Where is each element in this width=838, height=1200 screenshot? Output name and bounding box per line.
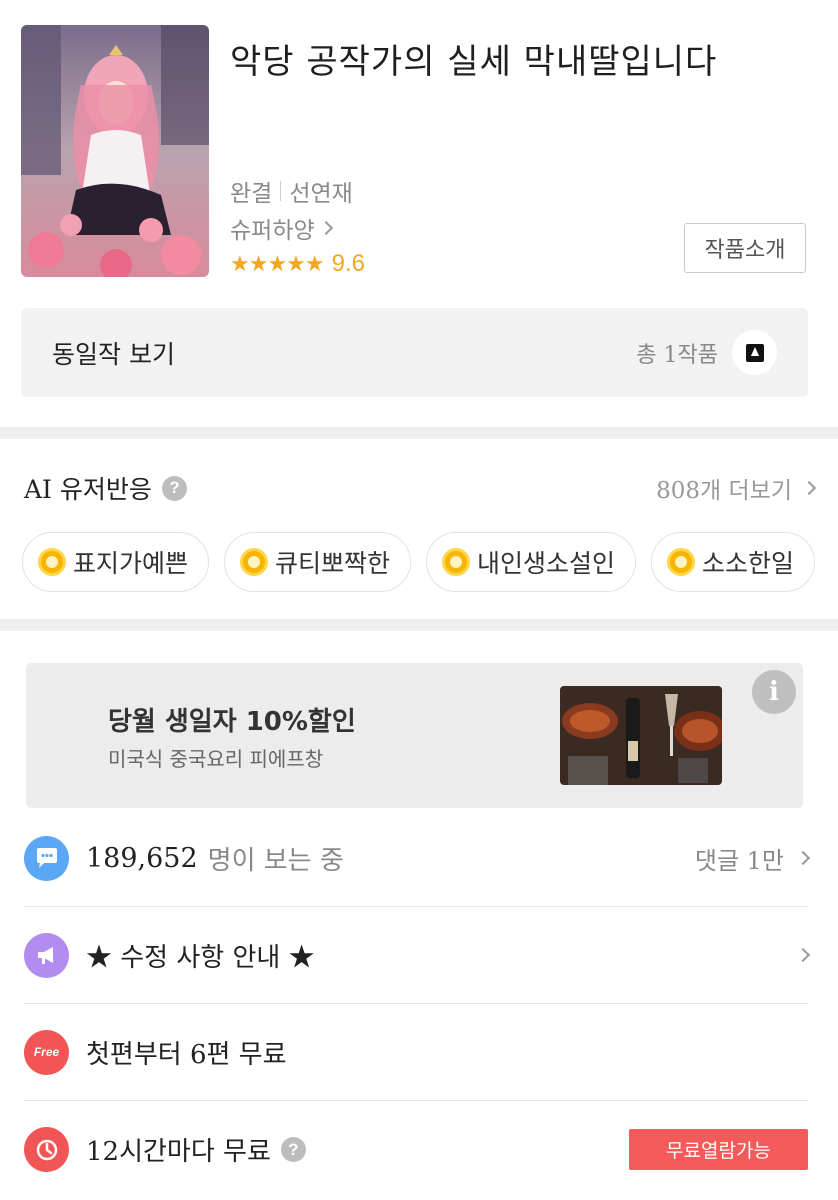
free-episodes-row: Free 첫편부터 6편 무료 xyxy=(24,1004,808,1101)
author-link[interactable]: 슈퍼하양 xyxy=(230,211,333,245)
same-works-bar[interactable]: 동일작 보기 총 1작품 xyxy=(21,308,808,397)
reaction-chip[interactable]: 큐티뽀짝한 xyxy=(224,532,412,592)
ad-banner[interactable]: 당월 생일자 10%할인 미국식 중국요리 피에프창 i xyxy=(26,663,803,808)
reaction-coin-icon xyxy=(442,548,471,576)
ad-title: 당월 생일자 10%할인 xyxy=(108,707,356,737)
chevron-right-icon xyxy=(795,947,811,963)
chevron-right-icon xyxy=(795,850,811,866)
viewers-text: 189,652 명이 보는 중 xyxy=(86,840,344,877)
megaphone-icon xyxy=(24,932,69,978)
chevron-right-icon xyxy=(318,220,333,236)
section-divider xyxy=(0,427,838,439)
reaction-chip-label: 내인생소설인 xyxy=(477,549,616,578)
work-title: 악당 공작가의 실세 막내딸입니다 xyxy=(230,42,718,82)
free-icon: Free xyxy=(24,1029,69,1075)
reaction-chip-label: 표지가예쁜 xyxy=(73,549,189,578)
help-icon[interactable]: ? xyxy=(161,475,187,501)
viewers-count: 189,652 xyxy=(86,842,198,874)
reaction-chips: 표지가예쁜 큐티뽀짝한 내인생소설인 소소한일 xyxy=(22,532,816,592)
rating-score: 9.6 xyxy=(331,250,365,277)
same-works-count: 총 1작품 xyxy=(636,342,718,368)
ai-reactions-more-label: 808개 더보기 xyxy=(656,478,792,504)
ai-reactions-title: AI 유저반응 xyxy=(24,475,152,504)
timer-free-row: 12시간마다 무료 ? 무료열람가능 xyxy=(24,1101,808,1198)
author-name: 슈퍼하양 xyxy=(230,218,315,244)
comments-link[interactable]: 댓글 1만 xyxy=(694,841,811,876)
help-icon[interactable]: ? xyxy=(280,1137,306,1162)
ad-subtitle: 미국식 중국요리 피에프창 xyxy=(108,747,324,771)
reaction-chip[interactable]: 소소한일 xyxy=(651,532,816,592)
notice-arrow[interactable] xyxy=(795,947,811,963)
cover-illustration xyxy=(21,25,209,277)
free-episodes-text: 첫편부터 6편 무료 xyxy=(86,1039,287,1070)
chevron-right-icon xyxy=(801,480,817,496)
ai-reactions-header: AI 유저반응 ? 808개 더보기 xyxy=(24,470,817,506)
reaction-chip-label: 큐티뽀짝한 xyxy=(275,549,391,578)
section-divider xyxy=(0,619,838,631)
rating: ★★★★★ 9.6 xyxy=(230,250,365,278)
viewers-suffix: 명이 보는 중 xyxy=(207,845,344,876)
free-open-button[interactable]: 무료열람가능 xyxy=(629,1129,808,1170)
cover-image[interactable] xyxy=(21,25,209,277)
open-button-wrap: 무료열람가능 xyxy=(629,1129,808,1170)
same-works-label: 동일작 보기 xyxy=(52,339,175,369)
timer-free-label: 12시간마다 무료 xyxy=(86,1137,271,1167)
food-photo xyxy=(560,686,722,785)
reaction-coin-icon xyxy=(667,548,696,576)
reaction-chip[interactable]: 내인생소설인 xyxy=(426,532,637,592)
viewers-row[interactable]: 189,652 명이 보는 중 댓글 1만 xyxy=(24,810,811,907)
status-divider xyxy=(280,181,282,201)
ai-reactions-more[interactable]: 808개 더보기 xyxy=(656,471,817,505)
completed-label: 완결 xyxy=(230,181,273,207)
star-rating-icon: ★★★★★ xyxy=(230,251,325,277)
same-works-icon[interactable] xyxy=(732,330,777,375)
ad-image xyxy=(560,686,722,785)
serial-label: 선연재 xyxy=(289,181,353,207)
free-badge-label: Free xyxy=(33,1045,60,1059)
notice-text: ★ 수정 사항 안내 ★ xyxy=(86,942,315,973)
work-status: 완결 선연재 xyxy=(230,174,353,208)
reaction-chip[interactable]: 표지가예쁜 xyxy=(22,532,210,592)
ad-info-icon[interactable]: i xyxy=(752,670,796,714)
reaction-chip-label: 소소한일 xyxy=(702,549,795,578)
reaction-coin-icon xyxy=(240,548,269,576)
timer-free-text: 12시간마다 무료 ? xyxy=(86,1131,306,1168)
book-icon xyxy=(745,343,764,362)
clock-icon xyxy=(24,1127,69,1172)
reaction-coin-icon xyxy=(38,548,66,576)
comment-icon xyxy=(24,835,69,881)
notice-row[interactable]: ★ 수정 사항 안내 ★ xyxy=(24,907,811,1004)
comments-count: 댓글 1만 xyxy=(694,846,784,875)
work-intro-button[interactable]: 작품소개 xyxy=(684,223,806,273)
